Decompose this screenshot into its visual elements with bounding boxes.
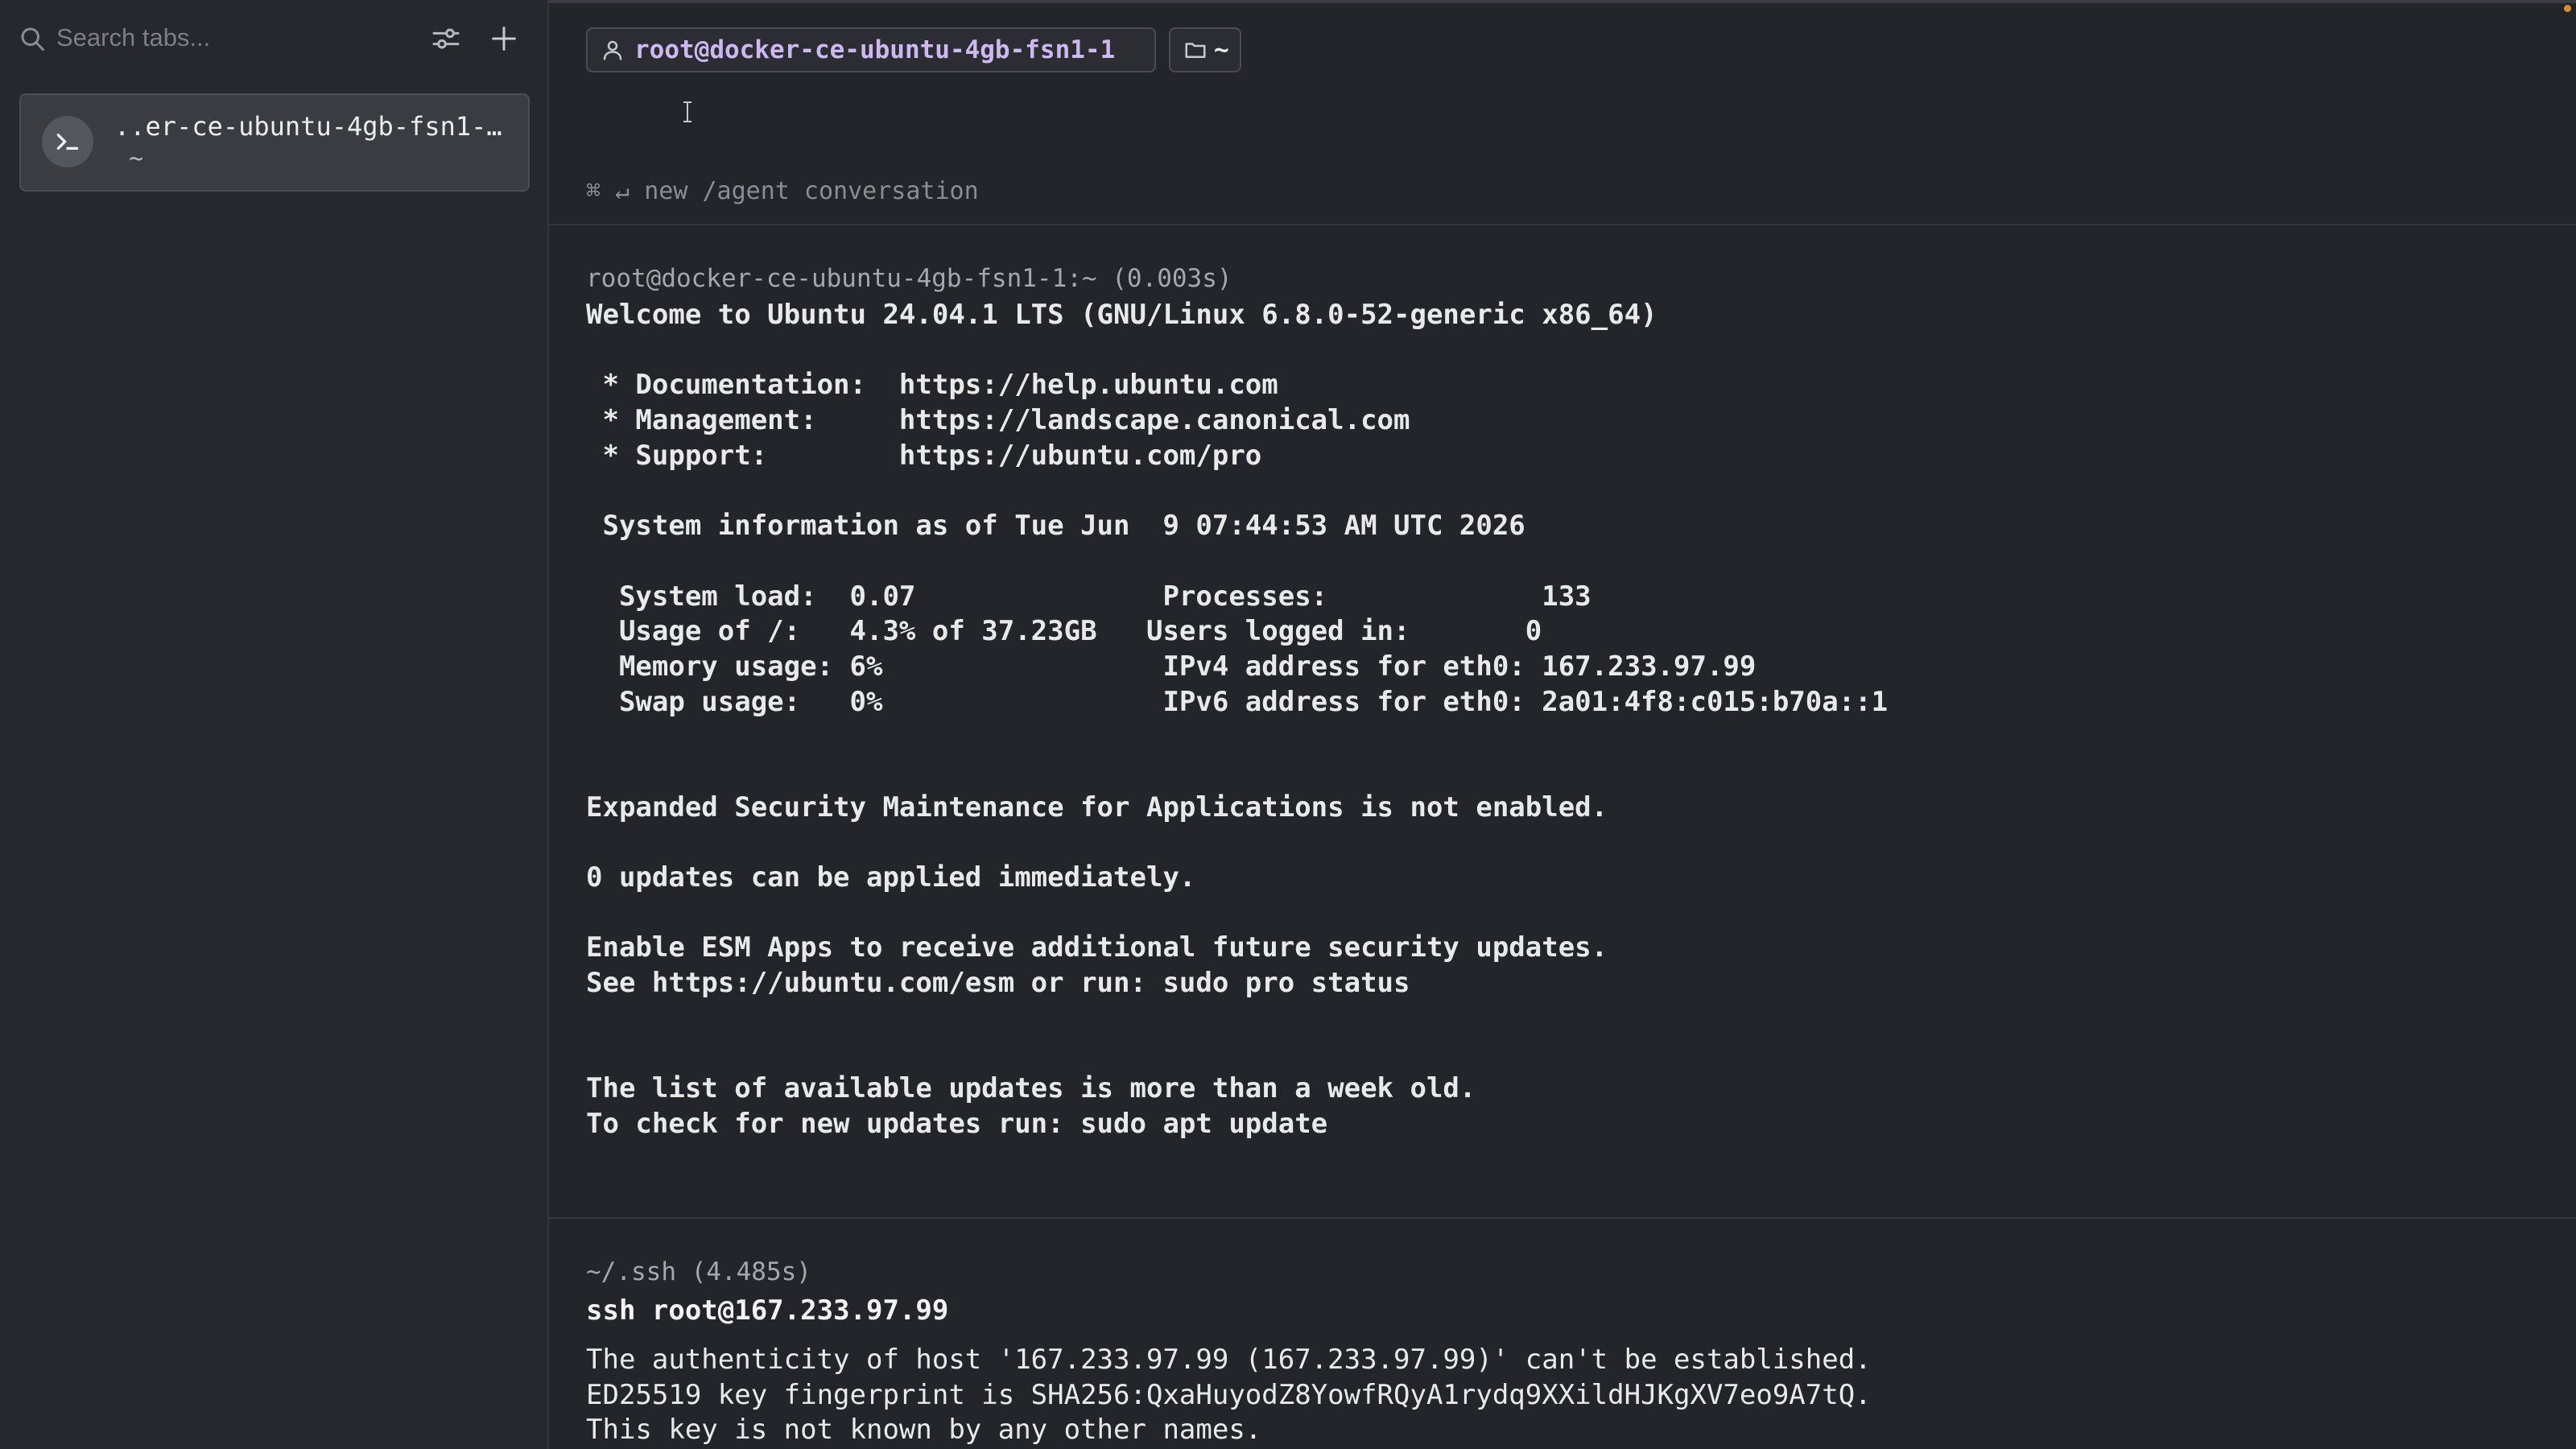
command-block[interactable]: root@docker-ce-ubuntu-4gb-fsn1-1:~ (0.00… [586, 259, 2550, 1142]
block-header: root@docker-ce-ubuntu-4gb-fsn1-1:~ (0.00… [586, 264, 1232, 293]
directory-chip[interactable]: ~ [1169, 27, 1241, 72]
block-command: ssh root@167.233.97.99 [586, 1294, 949, 1327]
output-line: 0 updates can be applied immediately. [586, 861, 1196, 894]
block-divider [549, 1217, 2576, 1219]
output-line: Memory usage: 6% IPv4 address for eth0: … [586, 650, 1757, 683]
tabs-sidebar: ..er-ce-ubuntu-4gb-fsn1-… ~ [0, 0, 549, 1449]
text-cursor-icon [683, 101, 691, 122]
output-line: Usage of /: 4.3% of 37.23GB Users logged… [586, 615, 1542, 648]
output-line: This key is not known by any other names… [586, 1414, 1262, 1447]
input-divider [549, 224, 2576, 225]
block-output: Welcome to Ubuntu 24.04.1 LTS (GNU/Linux… [586, 298, 2550, 1142]
tab-working-directory: ~ [129, 145, 144, 173]
plus-icon [492, 27, 516, 51]
search-icon [18, 24, 47, 53]
tab-search-bar [0, 0, 547, 74]
block-header: ~/.ssh (4.485s) [586, 1257, 811, 1286]
agent-conversation-hint: ⌘ ↵ new /agent conversation [586, 177, 979, 205]
pane-top-border [549, 0, 2576, 3]
new-tab-button[interactable] [485, 19, 523, 58]
output-line: To check for new updates run: sudo apt u… [586, 1107, 1328, 1140]
notification-dot [2564, 5, 2571, 12]
tab-title: ..er-ce-ubuntu-4gb-fsn1-… [114, 111, 502, 142]
output-line: Expanded Security Maintenance for Applic… [586, 791, 1608, 824]
block-output: The authenticity of host '167.233.97.99 … [586, 1343, 2550, 1448]
output-line: Welcome to Ubuntu 24.04.1 LTS (GNU/Linux… [586, 299, 1657, 331]
user-icon [603, 40, 622, 60]
tab-item-ssh-session[interactable]: ..er-ce-ubuntu-4gb-fsn1-… ~ [19, 93, 530, 192]
output-line: ED25519 key fingerprint is SHA256:QxaHuy… [586, 1378, 1872, 1411]
output-line: * Management: https://landscape.canonica… [586, 404, 1410, 437]
output-line: The list of available updates is more th… [586, 1072, 1476, 1105]
search-tabs-input[interactable] [56, 18, 394, 58]
output-line: System information as of Tue Jun 9 07:44… [586, 510, 1525, 543]
command-block[interactable]: ~/.ssh (4.485s) ssh root@167.233.97.99 T… [586, 1253, 2550, 1448]
terminal-app-window: ..er-ce-ubuntu-4gb-fsn1-… ~ root@docker-… [0, 0, 2576, 1449]
output-line: See https://ubuntu.com/esm or run: sudo … [586, 967, 1410, 1000]
terminal-prompt-icon [42, 116, 93, 167]
output-line: The authenticity of host '167.233.97.99 … [586, 1344, 1872, 1376]
terminal-pane[interactable]: root@docker-ce-ubuntu-4gb-fsn1-1 ~ ⌘ ↵ n… [549, 0, 2576, 1449]
output-line: * Documentation: https://help.ubuntu.com [586, 369, 1278, 402]
sliders-icon [432, 28, 460, 49]
output-line: * Support: https://ubuntu.com/pro [586, 439, 1262, 472]
output-line: System load: 0.07 Processes: 133 [586, 580, 1591, 613]
filter-tabs-button[interactable] [427, 19, 465, 58]
output-line: Swap usage: 0% IPv6 address for eth0: 2a… [586, 685, 1889, 718]
directory-label: ~ [1214, 35, 1229, 64]
user-host-label: root@docker-ce-ubuntu-4gb-fsn1-1 [634, 35, 1116, 64]
output-line: Enable ESM Apps to receive additional fu… [586, 931, 1608, 964]
user-host-chip[interactable]: root@docker-ce-ubuntu-4gb-fsn1-1 [586, 27, 1156, 72]
folder-icon [1185, 43, 1206, 58]
